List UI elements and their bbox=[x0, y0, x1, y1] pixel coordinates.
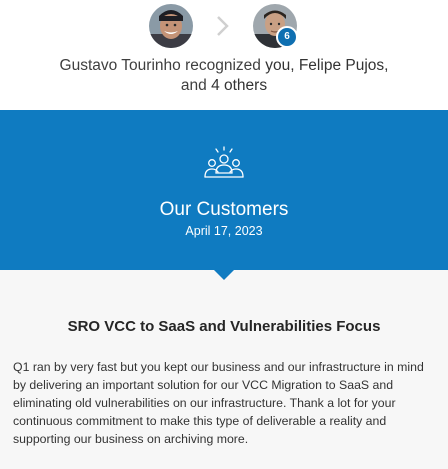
recipient-count-badge[interactable]: 6 bbox=[276, 26, 298, 48]
banner-notch bbox=[214, 270, 234, 280]
post-content: SRO VCC to SaaS and Vulnerabilities Focu… bbox=[0, 270, 448, 469]
avatar-row: 6 bbox=[0, 4, 448, 48]
recipient-self: you, bbox=[265, 57, 295, 74]
recognition-verb: recognized bbox=[185, 57, 261, 74]
award-title: Our Customers bbox=[159, 199, 289, 220]
recognition-header: 6 Gustavo Tourinho recognized you, Felip… bbox=[0, 0, 448, 110]
post-title: SRO VCC to SaaS and Vulnerabilities Focu… bbox=[67, 318, 381, 335]
post-body: Q1 ran by very fast but you kept our bus… bbox=[13, 360, 424, 446]
people-group-icon bbox=[204, 146, 244, 178]
chevron-right-icon bbox=[217, 16, 229, 36]
recipient-name-link[interactable]: Felipe Pujos, bbox=[299, 57, 389, 74]
giver-name-link[interactable]: Gustavo Tourinho bbox=[60, 57, 181, 74]
and-text: and bbox=[180, 77, 207, 94]
others-link[interactable]: 4 others bbox=[211, 77, 267, 94]
award-banner: Our Customers April 17, 2023 bbox=[0, 110, 448, 270]
giver-avatar[interactable] bbox=[149, 4, 193, 48]
recognition-summary: Gustavo Tourinho recognized you, Felipe … bbox=[20, 56, 428, 96]
award-date: April 17, 2023 bbox=[185, 224, 263, 238]
